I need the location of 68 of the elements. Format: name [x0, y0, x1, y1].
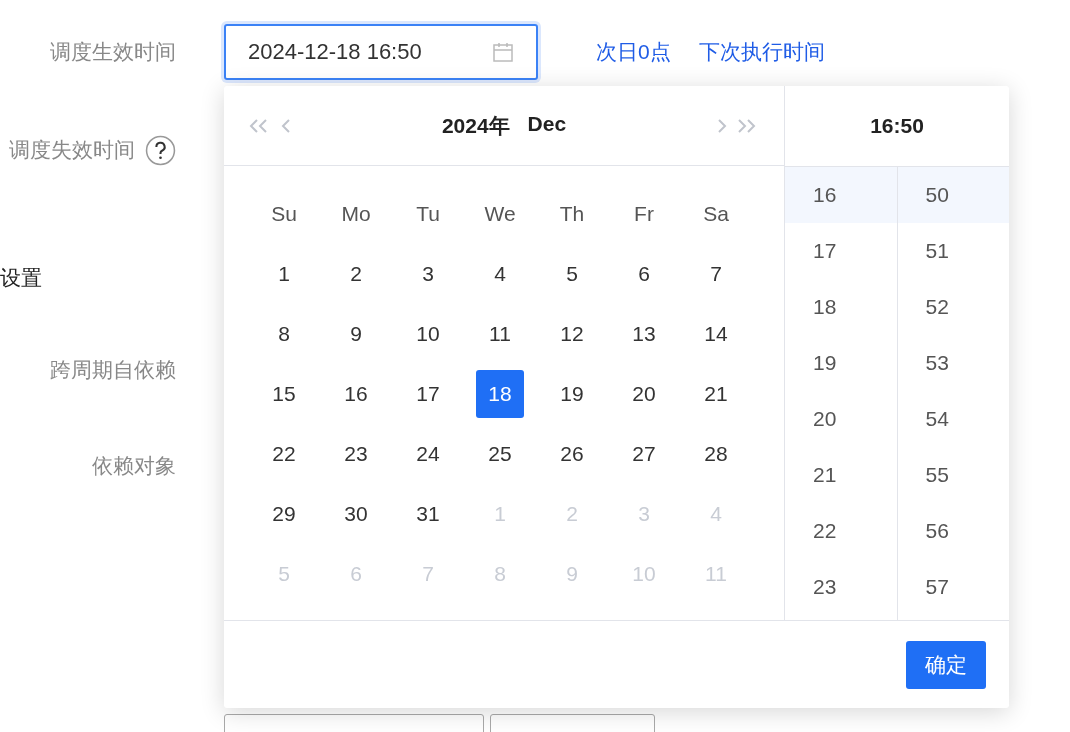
date-cell[interactable]: 21: [692, 370, 740, 418]
field-label: 依赖对象: [92, 453, 176, 479]
weekday-label: Sa: [703, 202, 729, 226]
date-cell[interactable]: 11: [476, 310, 524, 358]
weekday-label: Th: [559, 202, 585, 226]
date-cell[interactable]: 2: [332, 250, 380, 298]
field-label: 跨周期自依赖: [50, 357, 176, 383]
weekday-label: We: [484, 202, 516, 226]
year-label[interactable]: 2024年: [441, 111, 510, 140]
month-label[interactable]: Dec: [527, 111, 567, 140]
link[interactable]: 次日0点: [596, 38, 671, 66]
date-cell[interactable]: 8: [260, 310, 308, 358]
date-cell[interactable]: 31: [404, 490, 452, 538]
field-label: 调度生效时间: [50, 39, 176, 65]
date-cell[interactable]: 26: [548, 430, 596, 478]
time-label: 16:50: [870, 114, 924, 138]
date-cell[interactable]: 24: [404, 430, 452, 478]
date-cell[interactable]: 22: [260, 430, 308, 478]
date-cell[interactable]: 23: [332, 430, 380, 478]
date-cell[interactable]: 29: [260, 490, 308, 538]
date-cell[interactable]: 9: [332, 310, 380, 358]
field-label: 调度失效时间: [9, 137, 135, 163]
hour-option[interactable]: 23: [785, 559, 897, 615]
hour-option[interactable]: 17: [785, 223, 897, 279]
date-cell[interactable]: 30: [332, 490, 380, 538]
minute-option[interactable]: 50: [897, 167, 1009, 223]
minute-option[interactable]: 51: [897, 223, 1009, 279]
date-cell[interactable]: 10: [404, 310, 452, 358]
calendar-icon: [492, 41, 514, 63]
date-cell[interactable]: 4: [476, 250, 524, 298]
date-cell[interactable]: 3: [404, 250, 452, 298]
hour-option[interactable]: 21: [785, 447, 897, 503]
help-icon[interactable]: [145, 134, 176, 166]
hour-option[interactable]: 19: [785, 335, 897, 391]
date-cell[interactable]: 20: [620, 370, 668, 418]
weekday-label: Tu: [416, 202, 440, 226]
date-input[interactable]: 2024-12-18 16:50: [224, 24, 538, 80]
hour-option[interactable]: 18: [785, 279, 897, 335]
date-cell[interactable]: 19: [548, 370, 596, 418]
minute-option[interactable]: 52: [897, 279, 1009, 335]
date-cell[interactable]: 15: [260, 370, 308, 418]
date-cell[interactable]: 14: [692, 310, 740, 358]
date-cell[interactable]: 18: [476, 370, 524, 418]
date-cell[interactable]: 7: [692, 250, 740, 298]
minute-option[interactable]: 56: [897, 503, 1009, 559]
section-title: 设置: [0, 265, 42, 291]
date-cell[interactable]: 5: [548, 250, 596, 298]
date-cell[interactable]: 28: [692, 430, 740, 478]
date-cell[interactable]: 17: [404, 370, 452, 418]
minute-option[interactable]: 55: [897, 447, 1009, 503]
hour-option[interactable]: 16: [785, 167, 897, 223]
date-cell[interactable]: 27: [620, 430, 668, 478]
hour-option[interactable]: 20: [785, 391, 897, 447]
weekday-label: Su: [271, 202, 297, 226]
date-cell[interactable]: 25: [476, 430, 524, 478]
ok-button[interactable]: 确定: [906, 640, 986, 689]
weekday-label: Fr: [634, 202, 654, 226]
weekday-label: Mo: [341, 202, 371, 226]
link[interactable]: 下次执行时间: [698, 38, 825, 66]
date-cell[interactable]: 13: [620, 310, 668, 358]
minute-option[interactable]: 53: [897, 335, 1009, 391]
minute-option[interactable]: 54: [897, 391, 1009, 447]
date-cell[interactable]: 6: [620, 250, 668, 298]
date-cell[interactable]: 1: [260, 250, 308, 298]
hour-option[interactable]: 22: [785, 503, 897, 559]
minute-option[interactable]: 57: [897, 559, 1009, 615]
date-cell[interactable]: 12: [548, 310, 596, 358]
date-cell[interactable]: 16: [332, 370, 380, 418]
